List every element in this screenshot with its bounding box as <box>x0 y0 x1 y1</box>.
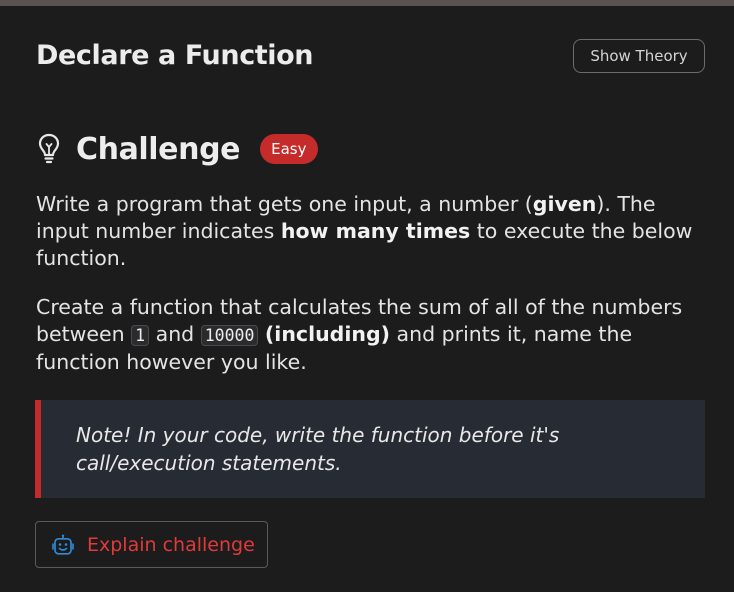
code-snippet-start: 1 <box>131 325 150 346</box>
difficulty-badge: Easy <box>260 134 318 164</box>
challenge-task: Create a function that calculates the su… <box>36 294 708 376</box>
challenge-heading: Challenge Easy <box>36 126 318 172</box>
lightbulb-icon <box>38 133 60 164</box>
explain-challenge-button[interactable]: Explain challenge <box>35 521 268 568</box>
page-title: Declare a Function <box>36 40 314 71</box>
show-theory-button[interactable]: Show Theory <box>573 39 705 73</box>
challenge-title: Challenge <box>76 131 241 167</box>
emphasis-including: (including) <box>264 322 391 346</box>
code-snippet-end: 10000 <box>200 325 259 346</box>
emphasis-given: given <box>532 192 597 216</box>
challenge-description: Write a program that gets one input, a n… <box>36 191 708 272</box>
task-text: and <box>149 322 201 346</box>
note-text: Note! In your code, write the function b… <box>76 423 560 475</box>
description-text: Write a program that gets one input, a n… <box>36 192 533 216</box>
robot-icon <box>52 534 74 555</box>
emphasis-how-many-times: how many times <box>280 219 471 243</box>
explain-challenge-label: Explain challenge <box>87 533 255 556</box>
page-header: Declare a Function Show Theory <box>36 38 705 74</box>
note-callout: Note! In your code, write the function b… <box>35 400 705 498</box>
